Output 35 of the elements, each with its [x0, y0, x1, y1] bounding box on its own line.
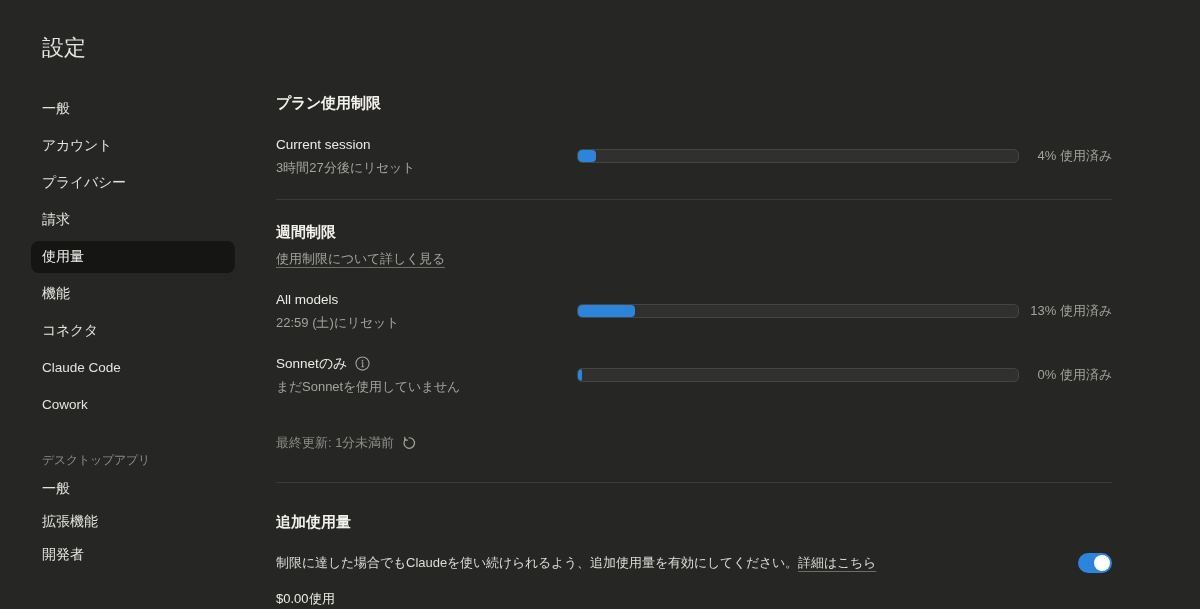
reset-time-text: まだSonnetを使用していません: [276, 378, 462, 396]
sidebar-item[interactable]: Claude Code: [31, 352, 235, 384]
description-text: 制限に達した場合でもClaudeを使い続けられるよう、追加使用量を有効にしてください。詳細はこちら: [276, 554, 877, 572]
sidebar-item[interactable]: 機能: [31, 278, 235, 310]
sidebar-item[interactable]: 開発者: [31, 539, 235, 571]
section-heading: 週間制限: [276, 222, 337, 242]
section-heading: プラン使用制限: [276, 93, 382, 113]
usage-percent-text: 4% 使用済み: [1036, 147, 1112, 166]
reset-time-text: 3時間27分後にリセット: [276, 159, 416, 177]
sidebar-item[interactable]: 請求: [31, 204, 235, 236]
sidebar-item[interactable]: 一般: [31, 93, 235, 125]
details-link[interactable]: 詳細はこちら: [798, 555, 877, 570]
sidebar-item[interactable]: アカウント: [31, 130, 235, 162]
usage-percent-text: 13% 使用済み: [1029, 302, 1112, 321]
sidebar-item[interactable]: 一般: [31, 473, 235, 505]
sidebar-item[interactable]: コネクタ: [31, 315, 235, 347]
last-updated-text: 最終更新: 1分未満前: [276, 434, 395, 452]
sidebar-item[interactable]: プライバシー: [31, 167, 235, 199]
section-heading: デスクトップアプリ: [41, 452, 151, 469]
sidebar-item[interactable]: 使用量: [31, 241, 235, 273]
usage-percent-text: 0% 使用済み: [1036, 366, 1112, 385]
sidebar-item[interactable]: 拡張機能: [31, 506, 235, 538]
meter-label: Sonnetのみ: [276, 355, 347, 373]
info-icon[interactable]: [354, 356, 370, 371]
refresh-button[interactable]: [402, 436, 417, 450]
usage-amount-text: $0.00使用: [276, 591, 335, 607]
meter-label: All models: [276, 291, 339, 309]
sidebar-item[interactable]: Cowork: [31, 389, 235, 421]
section-heading: 追加使用量: [276, 512, 352, 532]
toggle-switch[interactable]: [1078, 553, 1112, 573]
page-title: 設定: [41, 34, 87, 62]
reset-time-text: 22:59 (土)にリセット: [276, 314, 400, 332]
refresh-icon: [402, 436, 417, 450]
meter-label: Current session: [276, 136, 371, 154]
learn-more-link[interactable]: 使用制限について詳しく見る: [276, 248, 445, 270]
